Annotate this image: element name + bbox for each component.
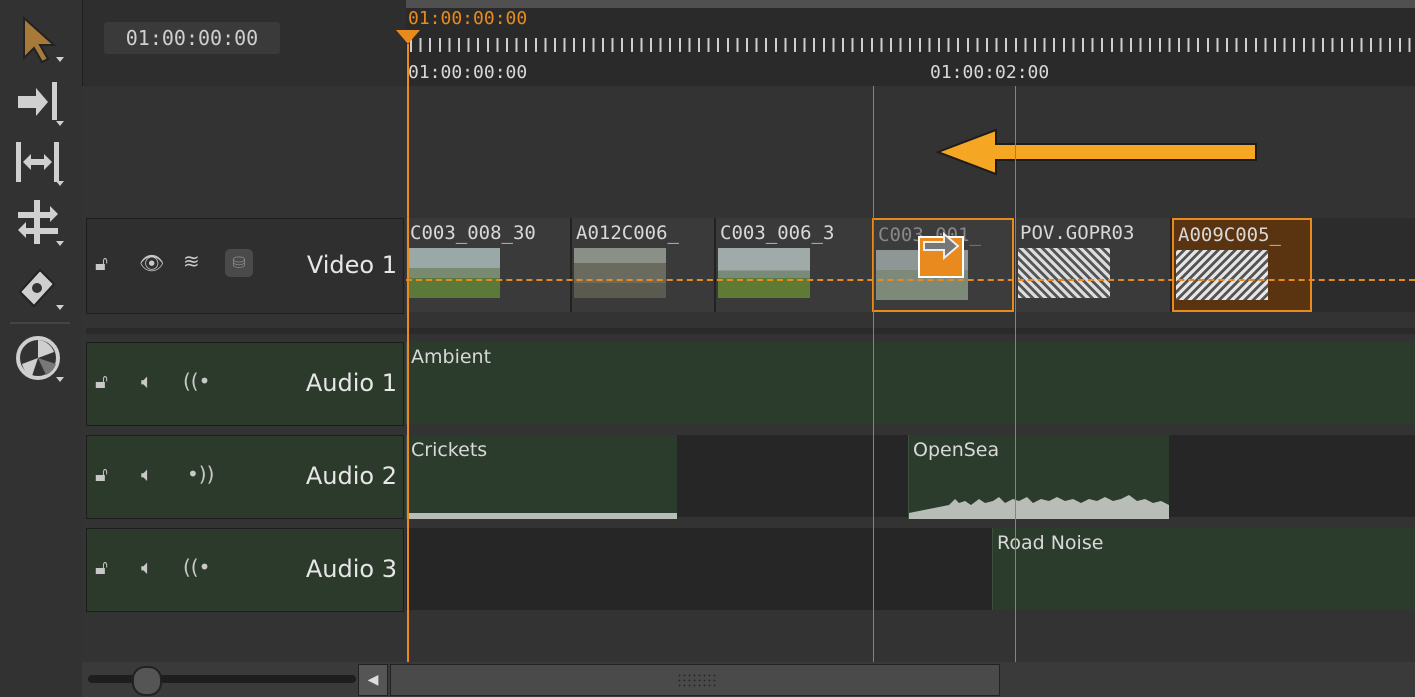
track-header-audio2[interactable]: 🔓︎ 🔈︎ •)) Audio 2 xyxy=(86,435,404,519)
clip-thumbnail xyxy=(408,248,500,298)
clip-thumbnail xyxy=(718,248,810,298)
selection-out-guide xyxy=(1015,86,1016,662)
audio-clip[interactable]: Crickets xyxy=(406,435,677,519)
timeline-footer: ◀ xyxy=(82,662,1415,697)
track-header-audio1[interactable]: 🔓︎ 🔈︎ ((• Audio 1 xyxy=(86,342,404,426)
speaker-icon[interactable]: 🔈︎ xyxy=(141,369,153,393)
audio-clip[interactable]: Road Noise xyxy=(992,528,1415,610)
selection-in-guide xyxy=(873,86,874,662)
lock-icon[interactable]: 🔓︎ xyxy=(95,462,108,486)
audio2-lane: Crickets OpenSea xyxy=(406,435,1415,519)
broadcast-icon[interactable]: ((• xyxy=(183,555,210,579)
tool-palette xyxy=(0,0,83,697)
zoom-slider-track[interactable] xyxy=(88,675,356,683)
playhead-line[interactable] xyxy=(407,44,409,662)
playhead-marker-icon[interactable] xyxy=(396,30,420,44)
clip-name: Ambient xyxy=(411,346,492,368)
slip-icon[interactable] xyxy=(14,198,66,248)
track-header-audio3[interactable]: 🔓︎ 🔈︎ ((• Audio 3 xyxy=(86,528,404,612)
select-tool-icon[interactable] xyxy=(14,14,66,64)
ruler-start-label: 01:00:00:00 xyxy=(408,62,528,83)
video-clip[interactable]: POV.GOPR03 xyxy=(1016,218,1172,312)
lock-icon[interactable]: 🔓︎ xyxy=(95,555,108,579)
volume-icon[interactable]: •)) xyxy=(187,462,214,486)
clip-thumbnail xyxy=(574,248,666,298)
ripple-icon[interactable] xyxy=(14,138,66,188)
track-name: Video 1 xyxy=(306,251,397,279)
track-divider xyxy=(86,328,1415,334)
clip-name: OpenSea xyxy=(913,439,1000,461)
clip-name: Road Noise xyxy=(997,532,1104,554)
clip-name: A012C006_ xyxy=(576,222,679,244)
audio3-lane: Road Noise xyxy=(406,528,1415,610)
scroll-left-icon[interactable]: ◀ xyxy=(358,664,388,696)
clip-name: A009C005_ xyxy=(1178,224,1281,246)
track-name: Audio 3 xyxy=(305,555,397,583)
audio1-lane: Ambient xyxy=(406,342,1415,424)
waveform xyxy=(909,495,1169,519)
clip-name: Crickets xyxy=(411,439,488,461)
clip-name: C003_006_3 xyxy=(720,222,835,244)
track-forward-icon[interactable] xyxy=(14,78,66,128)
video-clip[interactable]: A009C005_ xyxy=(1172,218,1312,312)
ruler-mark-label: 01:00:02:00 xyxy=(930,62,1050,83)
audio-clip[interactable]: OpenSea xyxy=(908,435,1169,519)
lock-icon[interactable]: 🔓︎ xyxy=(95,251,108,275)
ruler-ticks xyxy=(410,38,1415,52)
eye-icon[interactable]: 👁︎ xyxy=(139,251,164,275)
clip-thumbnail xyxy=(1018,248,1110,298)
track-dashed-line xyxy=(406,279,1415,281)
video-clip[interactable]: A012C006_ xyxy=(572,218,716,312)
clip-thumbnail xyxy=(1176,250,1268,300)
clip-name: POV.GOPR03 xyxy=(1020,222,1135,244)
track-name: Audio 1 xyxy=(305,369,397,397)
database-icon[interactable]: ⛁ xyxy=(225,249,253,277)
selected-video-clip[interactable]: C003_001_ xyxy=(872,218,1014,312)
audio-clip[interactable]: Ambient xyxy=(406,342,1415,424)
track-header-video1[interactable]: 🔓︎ 👁︎ ≋ ⛁ Video 1 xyxy=(86,218,404,314)
current-timecode[interactable]: 01:00:00:00 xyxy=(104,22,280,54)
broadcast-icon[interactable]: ((• xyxy=(183,369,210,393)
move-left-arrow-icon xyxy=(935,128,1257,176)
speaker-icon[interactable]: 🔈︎ xyxy=(141,462,153,486)
horizontal-scrollbar[interactable] xyxy=(390,664,1000,696)
clip-name: C003_008_30 xyxy=(410,222,536,244)
toolbar-divider xyxy=(10,322,70,324)
move-clip-icon xyxy=(918,231,964,278)
video-clip[interactable]: C003_006_3 xyxy=(716,218,874,312)
speaker-icon[interactable]: 🔈︎ xyxy=(141,555,153,579)
scrollbar-grip xyxy=(677,673,717,687)
video-clip[interactable]: C003_008_30 xyxy=(406,218,572,312)
track-name: Audio 2 xyxy=(305,462,397,490)
lock-icon[interactable]: 🔓︎ xyxy=(95,369,108,393)
waveform xyxy=(407,513,677,519)
razor-icon[interactable] xyxy=(14,262,66,312)
video1-lane: C003_008_30 A012C006_ C003_006_3 C003_00… xyxy=(406,218,1415,312)
layers-icon[interactable]: ≋ xyxy=(183,249,200,273)
ruler-scroll-bar[interactable] xyxy=(406,0,1415,8)
playhead-timecode-label: 01:00:00:00 xyxy=(408,8,528,29)
zoom-slider-handle[interactable] xyxy=(132,666,162,696)
color-wheel-icon[interactable] xyxy=(14,334,66,384)
